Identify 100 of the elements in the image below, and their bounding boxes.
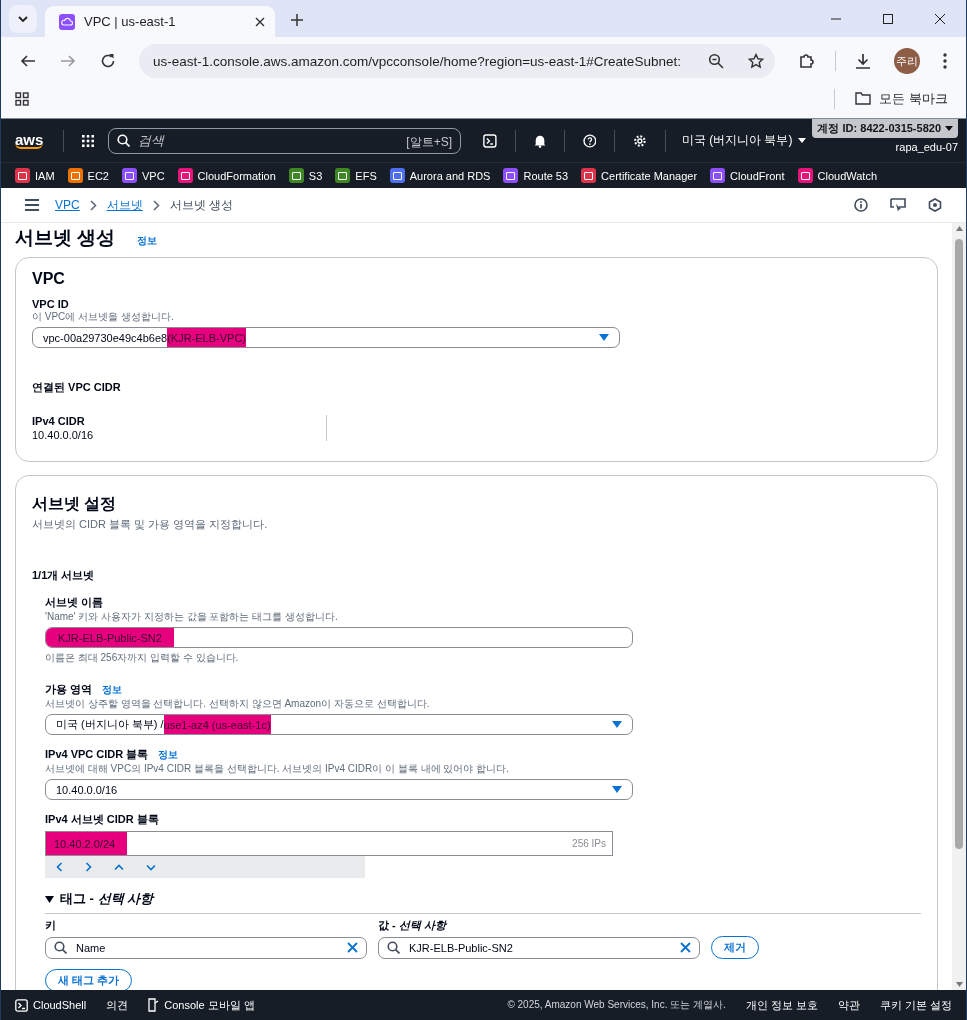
favorite-service-link[interactable]: CloudFront	[710, 168, 785, 183]
favorite-service-link[interactable]: EC2	[67, 168, 109, 183]
menu-icon[interactable]	[25, 199, 39, 211]
chevron-right-icon	[89, 199, 97, 211]
field-label: 서브넷 이름	[45, 595, 105, 610]
subnet-cidr-input[interactable]: 10.40.2.0/24 256 IPs	[45, 831, 613, 856]
breadcrumb-link[interactable]: 서브넷	[106, 196, 143, 214]
remove-button[interactable]: 제거	[711, 936, 759, 959]
breadcrumb-link[interactable]: VPC	[55, 198, 80, 212]
search-icon	[54, 941, 67, 954]
clear-icon[interactable]	[347, 942, 358, 953]
help-icon[interactable]	[582, 132, 597, 149]
column-label: 값 - 선택 사항	[378, 918, 448, 933]
search-icon	[387, 941, 400, 954]
info-link[interactable]: 정보	[137, 234, 158, 248]
caret-icon	[612, 721, 622, 728]
favorite-service-link[interactable]: IAM	[15, 168, 55, 183]
search-icon	[117, 134, 131, 147]
field-hint: 이름은 최대 256자까지 입력할 수 있습니다.	[45, 651, 240, 665]
footer-link[interactable]: 개인 정보 보호	[745, 997, 818, 1013]
tags-expander[interactable]: 태그 - 선택 사항	[45, 890, 154, 908]
address-bar[interactable]: us-east-1.console.aws.amazon.com/vpcconsole/home?region=us-east-1#CreateSubnet:	[139, 44, 775, 78]
field-label: IPv4 VPC CIDR 블록	[45, 747, 149, 762]
profile-avatar[interactable]: 주리	[894, 48, 920, 74]
region-selector[interactable]: 미국 (버지니아 북부)	[675, 131, 813, 150]
account-menu[interactable]: 계정 ID: 8422-0315-5820	[812, 119, 958, 138]
scrollbar[interactable]	[952, 223, 966, 990]
close-icon[interactable]	[255, 16, 265, 27]
panel-heading: 서브넷 설정	[32, 494, 118, 514]
zoom-icon[interactable]	[707, 53, 724, 69]
scrollbar-thumb[interactable]	[955, 239, 963, 849]
info-icon[interactable]	[854, 198, 868, 212]
field-label: IPv4 CIDR	[32, 415, 86, 427]
tab-list-button[interactable]	[9, 5, 37, 33]
terminal-icon	[15, 998, 28, 1012]
favorite-service-link[interactable]: CloudFormation	[177, 168, 276, 183]
info-link[interactable]: 정보	[158, 748, 179, 762]
subnet-name-input[interactable]: KJR-ELB-Public-SN2	[45, 627, 633, 648]
caret-icon	[945, 126, 953, 131]
puzzle-icon[interactable]	[798, 52, 816, 70]
chevron-down-icon	[18, 16, 28, 22]
vpc-select[interactable]: vpc-00a29730e49c4b6e8(KJR-ELB-VPC)	[32, 327, 620, 348]
screen-icon[interactable]	[890, 198, 906, 212]
bookmarks-folder[interactable]: 모든 북마크	[849, 88, 954, 109]
cloud-icon	[59, 13, 75, 30]
mobile-app-button[interactable]: Console 모바일 앱	[148, 997, 255, 1013]
column-label: 키	[45, 918, 57, 933]
caret-icon	[45, 895, 54, 903]
footer-link[interactable]: 약관	[837, 997, 860, 1013]
add-tag-button[interactable]: 새 태그 추가	[45, 969, 133, 990]
forward-icon[interactable]	[60, 53, 76, 69]
back-icon[interactable]	[20, 53, 36, 69]
footer-link[interactable]: 쿠키 기본 설정	[879, 997, 952, 1013]
aws-logo[interactable]: aws	[15, 132, 44, 149]
copyright-text: © 2025, Amazon Web Services, Inc. 또는 계열사.	[507, 998, 726, 1012]
info-link[interactable]: 정보	[102, 683, 123, 697]
caret-icon	[599, 334, 609, 341]
favorite-service-link[interactable]: S3	[288, 168, 323, 183]
tag-key-input[interactable]: Name	[45, 936, 367, 959]
subnet-count: 1/1개 서브넷	[32, 568, 96, 583]
terminal-icon[interactable]	[483, 132, 497, 149]
chevron-right-icon	[152, 199, 160, 211]
caret-icon	[798, 138, 807, 143]
field-description: 서브넷에 대해 VPC의 IPv4 CIDR 블록을 선택합니다. 서브넷의 IPv4 CIDR이 이 블록 내에 있어야 합니다.	[45, 762, 510, 776]
reload-icon[interactable]	[100, 53, 116, 69]
breadcrumb-current: 서브넷 생성	[169, 196, 234, 214]
user-name[interactable]: rapa_edu-07	[895, 141, 958, 153]
scroll-down-icon[interactable]	[955, 982, 963, 987]
phone-icon	[148, 998, 160, 1012]
maximize-icon[interactable]	[882, 13, 894, 25]
new-tab-icon[interactable]	[291, 14, 303, 26]
favorite-service-link[interactable]: EFS	[335, 168, 377, 183]
field-label: VPC ID	[32, 298, 70, 310]
grid-icon[interactable]	[82, 133, 95, 148]
vpc-cidr-select[interactable]: 10.40.0.0/16	[45, 779, 633, 800]
cloudshell-button[interactable]: CloudShell	[15, 998, 87, 1012]
hexagon-icon[interactable]	[928, 198, 942, 212]
field-description: 서브넷이 상주할 영역을 선택합니다. 선택하지 않으면 Amazon이 자동으로 선택합니다.	[45, 697, 431, 711]
page-title: 서브넷 생성	[15, 226, 116, 250]
favorite-service-link[interactable]: Route 53	[503, 168, 569, 183]
download-icon[interactable]	[855, 53, 871, 69]
field-label: IPv4 서브넷 CIDR 블록	[45, 812, 160, 827]
tag-value-input[interactable]: KJR-ELB-Public-SN2	[378, 936, 700, 959]
favorite-service-link[interactable]: Certificate Manager	[581, 168, 698, 183]
clear-icon[interactable]	[680, 942, 691, 953]
favorite-service-link[interactable]: CloudWatch	[797, 168, 878, 183]
scroll-up-icon[interactable]	[955, 226, 963, 231]
field-label: 가용 영역	[45, 682, 93, 697]
browser-tab[interactable]: VPC | us-east-1	[45, 6, 275, 37]
star-icon[interactable]	[747, 53, 764, 69]
favorite-service-link[interactable]: Aurora and RDS	[389, 168, 491, 183]
feedback-link[interactable]: 의견	[106, 997, 129, 1013]
folder-icon	[855, 92, 872, 105]
panel-heading: VPC	[32, 270, 66, 288]
close-icon[interactable]	[934, 13, 946, 25]
menu-icon[interactable]	[943, 53, 947, 69]
apps-icon[interactable]	[15, 91, 29, 106]
section-heading: 연결된 VPC CIDR	[32, 380, 122, 395]
settings-icon[interactable]	[633, 132, 647, 149]
favorite-service-link[interactable]: VPC	[121, 168, 165, 183]
